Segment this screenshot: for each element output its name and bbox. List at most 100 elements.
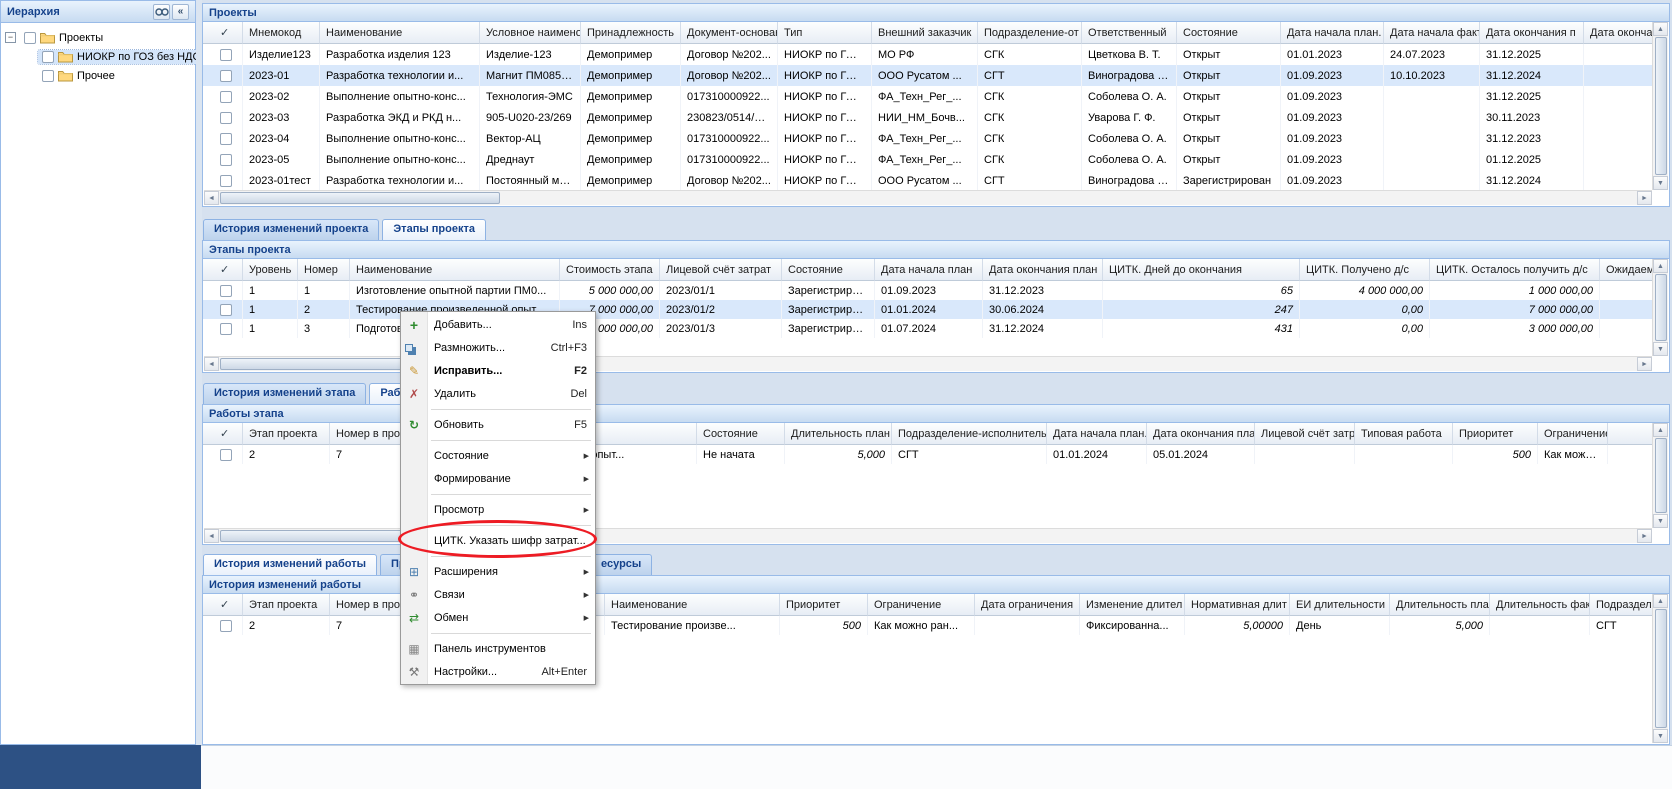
column-header[interactable]: Нормативная длит — [1185, 594, 1290, 616]
column-header[interactable]: Длительность фак — [1490, 594, 1590, 616]
column-header[interactable]: Этап проекта — [243, 594, 330, 616]
column-header[interactable]: Приоритет — [1453, 423, 1538, 445]
column-header[interactable]: Ожидаем — [1600, 259, 1652, 281]
column-header[interactable]: Состояние — [697, 423, 785, 445]
column-header[interactable]: Номер — [298, 259, 350, 281]
tree-checkbox[interactable] — [24, 32, 36, 44]
vertical-scrollbar[interactable]: ▲▼ — [1652, 259, 1668, 356]
tab-stage-history[interactable]: История изменений этапа — [203, 383, 366, 404]
column-header[interactable]: Тип — [778, 22, 872, 44]
menu-item-view[interactable]: Просмотр▶ — [401, 498, 595, 521]
scroll-left-icon[interactable]: ◄ — [204, 191, 219, 205]
tab-work-history[interactable]: История изменений работы — [203, 554, 377, 575]
column-header[interactable]: Принадлежность — [581, 22, 681, 44]
menu-item-citk-cost-code[interactable]: ЦИТК. Указать шифр затрат... — [401, 529, 595, 552]
column-header[interactable]: Ограничение — [1538, 423, 1608, 445]
column-header[interactable]: Внешний заказчик — [872, 22, 978, 44]
column-header[interactable]: Длительность пла — [1390, 594, 1490, 616]
menu-item-edit[interactable]: ✎Исправить...F2 — [401, 359, 595, 382]
menu-item-formation[interactable]: Формирование▶ — [401, 467, 595, 490]
row-checkbox[interactable] — [220, 154, 232, 166]
tree-checkbox[interactable] — [42, 51, 54, 63]
table-row[interactable]: 2023-01тестРазработка технологии и...Пос… — [203, 170, 1652, 191]
column-header[interactable]: Подразделение-от — [978, 22, 1082, 44]
column-header[interactable]: Стоимость этапа — [560, 259, 660, 281]
scroll-down-icon[interactable]: ▼ — [1653, 514, 1668, 528]
scroll-down-icon[interactable]: ▼ — [1653, 729, 1668, 743]
select-all-header[interactable]: ✓ — [203, 423, 243, 445]
scroll-up-icon[interactable]: ▲ — [1653, 22, 1668, 36]
column-header[interactable]: Дата начала план. — [1047, 423, 1147, 445]
scroll-right-icon[interactable]: ► — [1637, 357, 1652, 371]
row-checkbox[interactable] — [220, 449, 232, 461]
column-header[interactable]: Изменение длител — [1080, 594, 1185, 616]
scroll-down-icon[interactable]: ▼ — [1653, 342, 1668, 356]
row-checkbox[interactable] — [220, 133, 232, 145]
table-row[interactable]: 2023-01Разработка технологии и...Магнит … — [203, 65, 1652, 86]
column-header[interactable]: Подразделение-и — [1590, 594, 1652, 616]
hscroll-thumb[interactable] — [220, 192, 500, 204]
scroll-right-icon[interactable]: ► — [1637, 191, 1652, 205]
vscroll-thumb[interactable] — [1655, 37, 1667, 175]
column-header[interactable]: ЦИТК. Дней до окончания — [1103, 259, 1300, 281]
search-icon[interactable] — [153, 4, 170, 20]
vscroll-thumb[interactable] — [1655, 274, 1667, 341]
column-header[interactable]: Мнемокод — [243, 22, 320, 44]
table-row[interactable]: 2023-05Выполнение опытно-конс...Дреднаут… — [203, 149, 1652, 170]
horizontal-scrollbar[interactable]: ◄► — [204, 190, 1652, 205]
column-header[interactable]: Дата начала план. — [1281, 22, 1384, 44]
scroll-left-icon[interactable]: ◄ — [204, 357, 219, 371]
column-header[interactable]: ЕИ длительности — [1290, 594, 1390, 616]
column-header[interactable]: Длительность план▼ — [785, 423, 892, 445]
column-header[interactable]: Состояние — [782, 259, 875, 281]
menu-item-state[interactable]: Состояние▶ — [401, 444, 595, 467]
tab-project-history[interactable]: История изменений проекта — [203, 219, 379, 240]
column-header[interactable]: Наименование — [320, 22, 480, 44]
column-header[interactable]: ЦИТК. Получено д/с — [1300, 259, 1430, 281]
tree-node-projects[interactable]: −Проекты — [1, 28, 195, 47]
column-header[interactable]: Дата окончания план — [1147, 423, 1255, 445]
column-header[interactable]: Условное наименова — [480, 22, 581, 44]
menu-item-exchange[interactable]: ⇄Обмен▶ — [401, 606, 595, 629]
column-header[interactable]: Дата окончания план — [983, 259, 1103, 281]
column-header[interactable]: Типовая работа — [1355, 423, 1453, 445]
row-checkbox[interactable] — [220, 49, 232, 61]
vscroll-thumb[interactable] — [1655, 438, 1667, 513]
menu-item-add[interactable]: +Добавить...Ins — [401, 313, 595, 336]
scroll-down-icon[interactable]: ▼ — [1653, 176, 1668, 190]
table-row[interactable]: 2023-03Разработка ЭКД и РКД н...905-U020… — [203, 107, 1652, 128]
vertical-scrollbar[interactable]: ▲▼ — [1652, 594, 1668, 743]
collapse-node-icon[interactable]: − — [5, 32, 16, 43]
row-checkbox[interactable] — [220, 620, 232, 632]
column-header[interactable]: Дата ограничения — [975, 594, 1080, 616]
scroll-left-icon[interactable]: ◄ — [204, 529, 219, 543]
menu-item-links[interactable]: ⚭Связи▶ — [401, 583, 595, 606]
column-header[interactable]: Дата начала факт — [1384, 22, 1480, 44]
menu-item-extensions[interactable]: ⊞Расширения▶ — [401, 560, 595, 583]
table-row[interactable]: 11Изготовление опытной партии ПМ0...5 00… — [203, 281, 1652, 300]
tab-project-stages[interactable]: Этапы проекта — [382, 219, 486, 240]
column-header[interactable]: Дата окончания — [1584, 22, 1652, 44]
table-row[interactable]: 2023-02Выполнение опытно-конс...Технолог… — [203, 86, 1652, 107]
select-all-header[interactable]: ✓ — [203, 594, 243, 616]
column-header[interactable]: Уровень — [243, 259, 298, 281]
column-header[interactable]: Наименование — [605, 594, 780, 616]
scroll-up-icon[interactable]: ▲ — [1653, 259, 1668, 273]
scroll-up-icon[interactable]: ▲ — [1653, 594, 1668, 608]
vertical-scrollbar[interactable]: ▲▼ — [1652, 22, 1668, 190]
menu-item-settings[interactable]: ⚒Настройки...Alt+Enter — [401, 660, 595, 683]
column-header[interactable]: Документ-основан — [681, 22, 778, 44]
scroll-up-icon[interactable]: ▲ — [1653, 423, 1668, 437]
table-row[interactable]: 2023-04Выполнение опытно-конс...Вектор-А… — [203, 128, 1652, 149]
row-checkbox[interactable] — [220, 112, 232, 124]
column-header[interactable]: Этап проекта — [243, 423, 330, 445]
column-header[interactable]: Приоритет — [780, 594, 868, 616]
column-header[interactable]: Дата окончания п — [1480, 22, 1584, 44]
row-checkbox[interactable] — [220, 175, 232, 187]
select-all-header[interactable]: ✓ — [203, 259, 243, 281]
menu-item-delete[interactable]: ✗УдалитьDel — [401, 382, 595, 405]
collapse-panel-icon[interactable]: « — [172, 4, 189, 20]
row-checkbox[interactable] — [220, 91, 232, 103]
tree-node-niokr-goz[interactable]: НИОКР по ГОЗ без НДС — [1, 47, 195, 66]
column-header[interactable]: Состояние — [1177, 22, 1281, 44]
